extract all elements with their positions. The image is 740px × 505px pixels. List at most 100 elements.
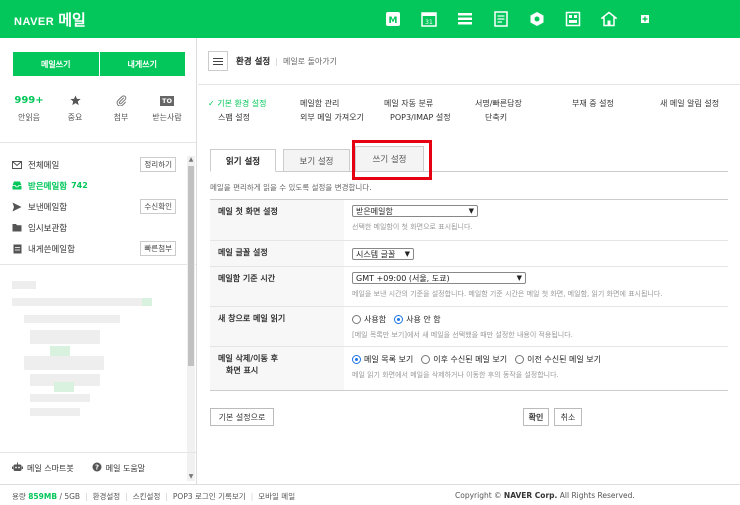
sidebar-footer: 메일 스마트봇 ? 메일 도움말 <box>12 462 159 474</box>
memo-icon[interactable] <box>492 10 510 28</box>
new-window-use-radio[interactable]: 사용함 <box>352 314 386 325</box>
quick-unread[interactable]: 999+ 안읽음 <box>6 94 52 123</box>
service-icons: M 31 <box>384 10 672 28</box>
settings-menu-row: ✓ 기본 환경 설정 메일함 관리 메일 자동 분류 서명/빠른답장 부재 중 … <box>208 96 738 110</box>
write-to-me-button[interactable]: 내게쓰기 <box>99 52 185 76</box>
quick-important[interactable]: 중요 <box>52 94 98 123</box>
organize-button[interactable]: 정리하기 <box>140 157 176 172</box>
folder-inbox[interactable]: 받은메일함 742 <box>12 175 184 196</box>
quick-attachment[interactable]: 첨부 <box>98 94 144 123</box>
font-value: 시스템 글꼴 <box>356 249 396 259</box>
scroll-thumb[interactable] <box>188 166 194 366</box>
setting-label: 메일함 기준 시간 <box>210 267 344 306</box>
menu-basic-settings[interactable]: ✓ 기본 환경 설정 <box>208 98 267 109</box>
setting-label: 메일 첫 화면 설정 <box>210 200 344 240</box>
folder-self[interactable]: 내게쓴메일함 빠른첨부 <box>12 238 184 259</box>
sidebar-divider <box>0 264 196 265</box>
show-prev-radio[interactable]: 이전 수신된 메일 보기 <box>515 354 601 365</box>
smartbot-link[interactable]: 메일 스마트봇 <box>12 462 74 474</box>
quick-attach-button[interactable]: 빠른첨부 <box>140 241 176 256</box>
menu-auto-filter[interactable]: 메일 자동 분류 <box>384 98 433 109</box>
first-screen-desc: 선택한 메일함이 첫 화면으로 표시됩니다. <box>352 223 473 231</box>
more-icon[interactable] <box>636 10 654 28</box>
mail-app-icon[interactable]: M <box>384 10 402 28</box>
folder-icon <box>12 223 22 233</box>
new-window-desc: [메일 목록만 보기]에서 새 메일을 선택했을 때만 설정한 내용이 적용됩니… <box>352 331 573 339</box>
blurred-folder <box>12 298 142 306</box>
setting-label: 메일 삭제/이동 후 화면 표시 <box>210 347 344 390</box>
setting-font: 메일 글꼴 설정 시스템 글꼴 ▼ <box>210 241 728 267</box>
folder-sent[interactable]: 보낸메일함 수신확인 <box>12 196 184 217</box>
timezone-select[interactable]: GMT +09:00 (서울, 도쿄) ▼ <box>352 272 526 284</box>
reset-defaults-button[interactable]: 기본 설정으로 <box>210 408 274 426</box>
sidebar-scrollbar[interactable]: ▲ ▼ <box>187 156 195 481</box>
tab-view-settings[interactable]: 보기 설정 <box>283 149 350 172</box>
copyright: Copyright © NAVER Corp. All Rights Reser… <box>455 491 635 500</box>
setting-after-delete: 메일 삭제/이동 후 화면 표시 메일 목록 보기 이후 수신된 메일 보기 이… <box>210 347 728 391</box>
folder-name: 전체메일 <box>28 160 60 171</box>
menu-toggle-button[interactable] <box>208 51 228 71</box>
help-label: 메일 도움말 <box>105 463 146 473</box>
svg-text:31: 31 <box>425 19 433 26</box>
blurred-folder <box>54 382 74 392</box>
copyright-prefix: Copyright © <box>455 491 502 500</box>
scroll-down-icon[interactable]: ▼ <box>187 473 195 481</box>
blurred-folder <box>142 298 152 306</box>
back-to-mail-link[interactable]: 메일로 돌아가기 <box>283 56 337 67</box>
contacts-icon[interactable] <box>456 10 474 28</box>
blurred-folder <box>50 346 70 356</box>
menu-mailbox-manage[interactable]: 메일함 관리 <box>300 98 339 109</box>
quick-to-me-label: 받는사람 <box>152 113 182 122</box>
scroll-up-icon[interactable]: ▲ <box>187 156 195 164</box>
show-list-radio[interactable]: 메일 목록 보기 <box>352 354 413 365</box>
radio-label: 이후 수신된 메일 보기 <box>433 355 508 364</box>
footer-link-pop3-log[interactable]: POP3 로그인 기록보기 <box>173 491 246 502</box>
footer-link-settings[interactable]: 환경설정 <box>93 491 121 502</box>
tab-read-settings[interactable]: 읽기 설정 <box>210 149 276 172</box>
font-select[interactable]: 시스템 글꼴 ▼ <box>352 248 414 260</box>
radio-label: 이전 수신된 메일 보기 <box>527 355 601 364</box>
help-link[interactable]: ? 메일 도움말 <box>92 462 145 474</box>
menu-notification[interactable]: 새 메일 알림 설정 <box>660 98 719 109</box>
menu-pop3-imap[interactable]: POP3/IMAP 설정 <box>390 112 451 123</box>
folder-drafts[interactable]: 임시보관함 <box>12 217 184 238</box>
quick-unread-label: 안읽음 <box>17 113 41 122</box>
footer-divider: | <box>165 492 168 501</box>
confirm-button[interactable]: 확인 <box>523 408 549 426</box>
naver-mail-logo[interactable]: NAVER 메일 <box>14 9 86 30</box>
menu-external-mail[interactable]: 외부 메일 가져오기 <box>300 112 364 123</box>
settings-menu-row: 스팸 설정 외부 메일 가져오기 POP3/IMAP 설정 단축키 <box>208 110 738 124</box>
show-next-radio[interactable]: 이후 수신된 메일 보기 <box>421 354 507 365</box>
sidebar-divider <box>0 452 196 453</box>
cancel-button[interactable]: 취소 <box>554 408 582 426</box>
help-icon: ? <box>92 462 102 474</box>
menu-away[interactable]: 부재 중 설정 <box>572 98 614 109</box>
inbox-icon <box>12 181 22 191</box>
menu-spam[interactable]: 스팸 설정 <box>218 112 250 123</box>
blog-icon[interactable] <box>600 10 618 28</box>
naver-logo-text: NAVER <box>14 16 55 28</box>
office-icon[interactable] <box>564 10 582 28</box>
to-badge: TO <box>160 95 174 106</box>
copyright-company[interactable]: NAVER Corp. <box>504 491 557 500</box>
read-receipt-button[interactable]: 수신확인 <box>140 199 176 214</box>
unread-count: 999+ <box>14 95 44 106</box>
folder-all-mail[interactable]: 전체메일 정리하기 <box>12 154 184 175</box>
page-footer: 용량 859MB / 5GB | 환경설정 | 스킨설정 | POP3 로그인 … <box>0 484 740 505</box>
settings-table: 메일 첫 화면 설정 받은메일함 ▼ 선택한 메일함이 첫 화면으로 표시됩니다… <box>210 199 728 391</box>
blurred-folder <box>24 356 104 370</box>
quick-to-me[interactable]: TO 받는사람 <box>144 94 190 123</box>
calendar-icon[interactable]: 31 <box>420 10 438 28</box>
cloud-icon[interactable] <box>528 10 546 28</box>
copyright-suffix: All Rights Reserved. <box>559 491 635 500</box>
first-screen-select[interactable]: 받은메일함 ▼ <box>352 205 478 217</box>
write-mail-button[interactable]: 메일쓰기 <box>13 52 100 76</box>
menu-signature[interactable]: 서명/빠른답장 <box>475 98 522 109</box>
menu-shortcuts[interactable]: 단축키 <box>485 112 507 123</box>
footer-divider: | <box>125 492 128 501</box>
new-window-nouse-radio[interactable]: 사용 안 함 <box>394 314 441 325</box>
footer-link-skin[interactable]: 스킨설정 <box>133 491 161 502</box>
compose-buttons: 메일쓰기 내게쓰기 <box>13 52 185 76</box>
chevron-down-icon: ▼ <box>404 250 410 258</box>
footer-link-mobile[interactable]: 모바일 메일 <box>258 491 295 502</box>
